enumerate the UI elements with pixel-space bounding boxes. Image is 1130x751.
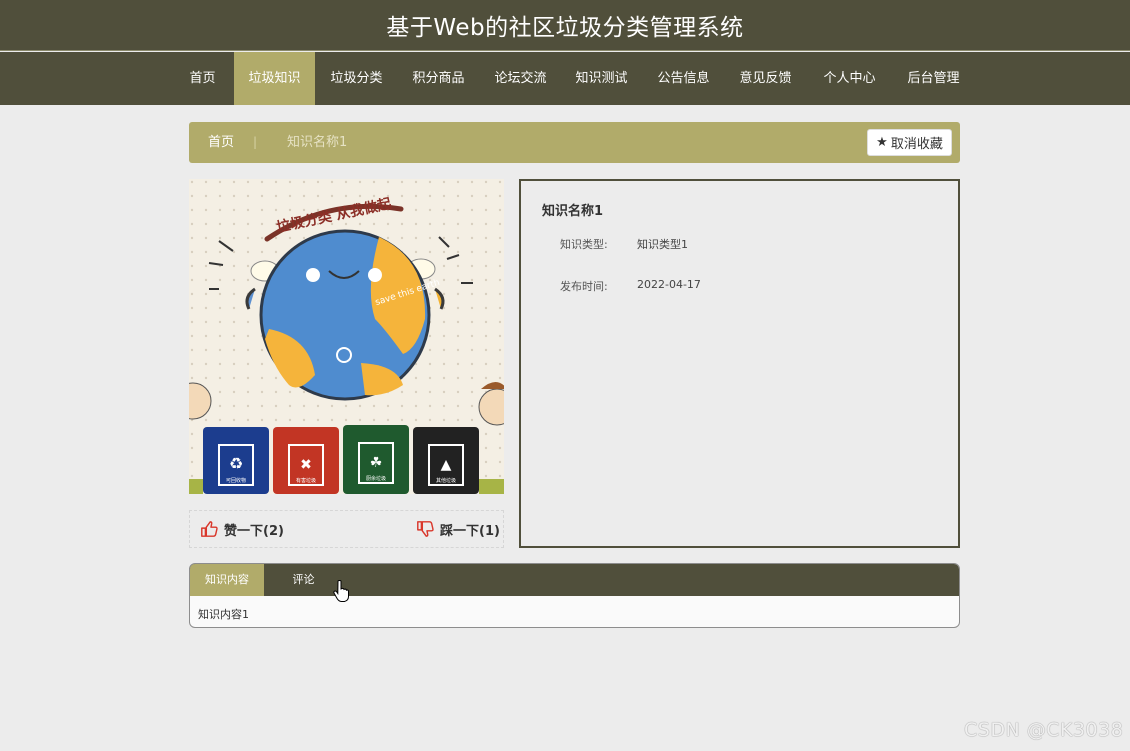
bin-label-recyclable: 可回收物 xyxy=(226,477,246,484)
svg-text:✖: ✖ xyxy=(300,457,312,473)
nav-item-waste-knowledge[interactable]: 垃圾知识 xyxy=(234,52,315,105)
vote-bar: 赞一下(2) 踩一下(1) xyxy=(189,510,504,548)
tab-panel-text: 知识内容1 xyxy=(198,608,249,621)
nav-item-feedback[interactable]: 意见反馈 xyxy=(727,52,804,105)
nav-item-waste-classification[interactable]: 垃圾分类 xyxy=(318,52,395,105)
bin-label-hazardous: 有害垃圾 xyxy=(296,477,316,484)
thumbs-down-icon xyxy=(417,521,434,537)
thumbs-up-icon xyxy=(201,521,218,537)
content-tabs: 知识内容 评论 知识内容1 xyxy=(189,563,960,628)
tab-comments[interactable]: 评论 xyxy=(276,564,331,596)
unfavorite-button[interactable]: ★ 取消收藏 xyxy=(867,129,952,156)
tab-knowledge-content[interactable]: 知识内容 xyxy=(190,564,264,596)
tabs-bar: 知识内容 评论 xyxy=(190,564,959,596)
dislike-label: 踩一下(1) xyxy=(440,523,500,539)
like-button[interactable]: 赞一下(2) xyxy=(200,511,284,547)
nav-item-admin[interactable]: 后台管理 xyxy=(895,52,972,105)
svg-text:☘: ☘ xyxy=(370,455,383,471)
breadcrumb-separator: | xyxy=(253,135,258,149)
publish-time-label: 发布时间: xyxy=(560,280,608,293)
breadcrumb-current: 知识名称1 xyxy=(287,135,348,150)
waste-sorting-illustration: 垃圾分类 从我做起 save this earth ♻ ✖ ☘ ▲ 可回收物 有… xyxy=(189,179,504,494)
dislike-button[interactable]: 踩一下(1) xyxy=(416,511,500,547)
breadcrumb-home[interactable]: 首页 xyxy=(208,122,234,163)
svg-text:▲: ▲ xyxy=(441,457,452,473)
knowledge-name: 知识名称1 xyxy=(542,204,604,219)
main-nav: 首页 垃圾知识 垃圾分类 积分商品 论坛交流 知识测试 公告信息 意见反馈 个人… xyxy=(0,52,1130,105)
bin-label-kitchen: 厨余垃圾 xyxy=(366,475,386,482)
nav-item-points-goods[interactable]: 积分商品 xyxy=(400,52,477,105)
star-icon: ★ xyxy=(876,135,888,150)
bin-label-other: 其他垃圾 xyxy=(436,477,456,484)
type-value: 知识类型1 xyxy=(637,238,688,251)
like-label: 赞一下(2) xyxy=(224,523,284,539)
nav-item-home[interactable]: 首页 xyxy=(179,52,226,105)
breadcrumb: 首页 | 知识名称1 ★ 取消收藏 xyxy=(189,122,960,163)
knowledge-detail-panel: 知识名称1 知识类型: 知识类型1 发布时间: 2022-04-17 xyxy=(519,179,960,548)
nav-item-knowledge-test[interactable]: 知识测试 xyxy=(563,52,640,105)
nav-item-forum[interactable]: 论坛交流 xyxy=(482,52,559,105)
site-header: 基于Web的社区垃圾分类管理系统 xyxy=(0,0,1130,51)
nav-item-personal-center[interactable]: 个人中心 xyxy=(811,52,888,105)
nav-item-announcements[interactable]: 公告信息 xyxy=(645,52,722,105)
type-label: 知识类型: xyxy=(560,238,608,251)
publish-time-value: 2022-04-17 xyxy=(637,278,701,291)
watermark: CSDN @CK3038 xyxy=(964,719,1124,741)
knowledge-picture: 垃圾分类 从我做起 save this earth ♻ ✖ ☘ ▲ 可回收物 有… xyxy=(189,179,504,494)
hand-cursor-icon xyxy=(333,580,349,602)
svg-text:♻: ♻ xyxy=(229,454,243,473)
site-title: 基于Web的社区垃圾分类管理系统 xyxy=(386,15,744,41)
unfavorite-label: 取消收藏 xyxy=(890,137,943,152)
